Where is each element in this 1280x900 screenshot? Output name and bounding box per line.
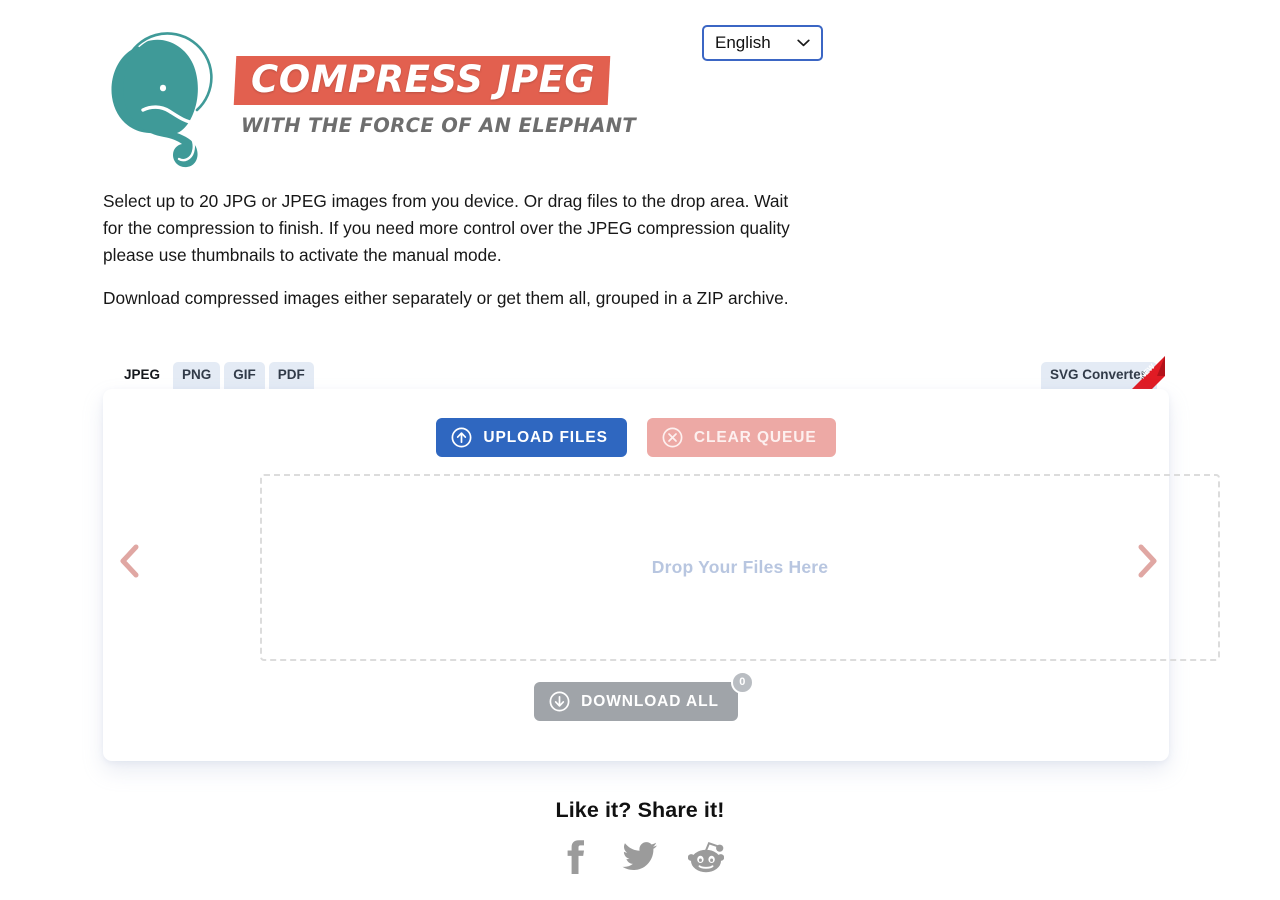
brand-text-block: COMPRESS JPEG WITH THE FORCE OF AN ELEPH… [233, 56, 637, 137]
upload-circle-icon [451, 427, 472, 448]
next-page-arrow[interactable] [1130, 541, 1164, 581]
upload-files-label: UPLOAD FILES [483, 428, 608, 446]
download-all-label: DOWNLOAD ALL [581, 692, 719, 710]
site-logo[interactable]: COMPRESS JPEG WITH THE FORCE OF AN ELEPH… [103, 14, 636, 172]
clear-queue-label: CLEAR QUEUE [693, 428, 817, 446]
elephant-logo-icon [111, 32, 213, 168]
close-circle-icon [662, 427, 683, 448]
share-title: Like it? Share it! [555, 798, 725, 822]
share-section: Like it? Share it! [0, 798, 1280, 878]
tab-png[interactable]: PNG [173, 362, 221, 389]
prev-page-arrow[interactable] [113, 541, 147, 581]
svg-converter-tab-wrap: SVG Converter NEW [1040, 356, 1165, 400]
twitter-icon [622, 842, 657, 870]
share-reddit-link[interactable] [685, 836, 727, 878]
tab-gif[interactable]: GIF [224, 362, 265, 389]
file-dropzone[interactable]: Drop Your Files Here [260, 474, 1220, 661]
brand-name: COMPRESS JPEG [251, 58, 596, 101]
share-icons [0, 836, 1280, 878]
site-header: COMPRESS JPEG WITH THE FORCE OF AN ELEPH… [0, 0, 1280, 180]
chevron-down-icon [797, 39, 810, 47]
intro-paragraph-2: Download compressed images either separa… [103, 288, 789, 308]
intro-paragraph-1: Select up to 20 JPG or JPEG images from … [103, 191, 790, 265]
tab-pdf[interactable]: PDF [268, 362, 314, 389]
brand-tagline: WITH THE FORCE OF AN ELEPHANT [241, 114, 637, 137]
dropzone-label: Drop Your Files Here [651, 557, 829, 577]
facebook-icon [567, 840, 584, 874]
format-tabs-list: JPEG PNG GIF PDF [115, 362, 314, 389]
intro-text: Select up to 20 JPG or JPEG images from … [103, 188, 843, 328]
format-tabs: JPEG PNG GIF PDF SVG Converter NEW [103, 356, 1169, 400]
tab-jpeg[interactable]: JPEG [115, 362, 170, 389]
brand-banner: COMPRESS JPEG [233, 56, 611, 105]
upload-files-button[interactable]: UPLOAD FILES [436, 418, 627, 457]
language-selector[interactable]: English [702, 25, 823, 61]
upload-panel: UPLOAD FILES CLEAR QUEUE Drop Your Files… [103, 389, 1220, 761]
share-facebook-link[interactable] [553, 836, 595, 878]
panel-actions: UPLOAD FILES CLEAR QUEUE [103, 418, 1169, 457]
page-root: COMPRESS JPEG WITH THE FORCE OF AN ELEPH… [0, 0, 1280, 900]
download-count-badge: 0 [730, 671, 754, 694]
language-selected-value: English [715, 33, 771, 52]
share-twitter-link[interactable] [619, 836, 661, 878]
tab-svg-converter[interactable]: SVG Converter [1040, 362, 1157, 389]
download-all-wrap: DOWNLOAD ALL 0 [103, 671, 1169, 721]
reddit-icon [688, 842, 724, 873]
download-all-button[interactable]: DOWNLOAD ALL 0 [534, 671, 754, 721]
download-circle-icon [549, 691, 570, 712]
clear-queue-button[interactable]: CLEAR QUEUE [646, 418, 836, 457]
